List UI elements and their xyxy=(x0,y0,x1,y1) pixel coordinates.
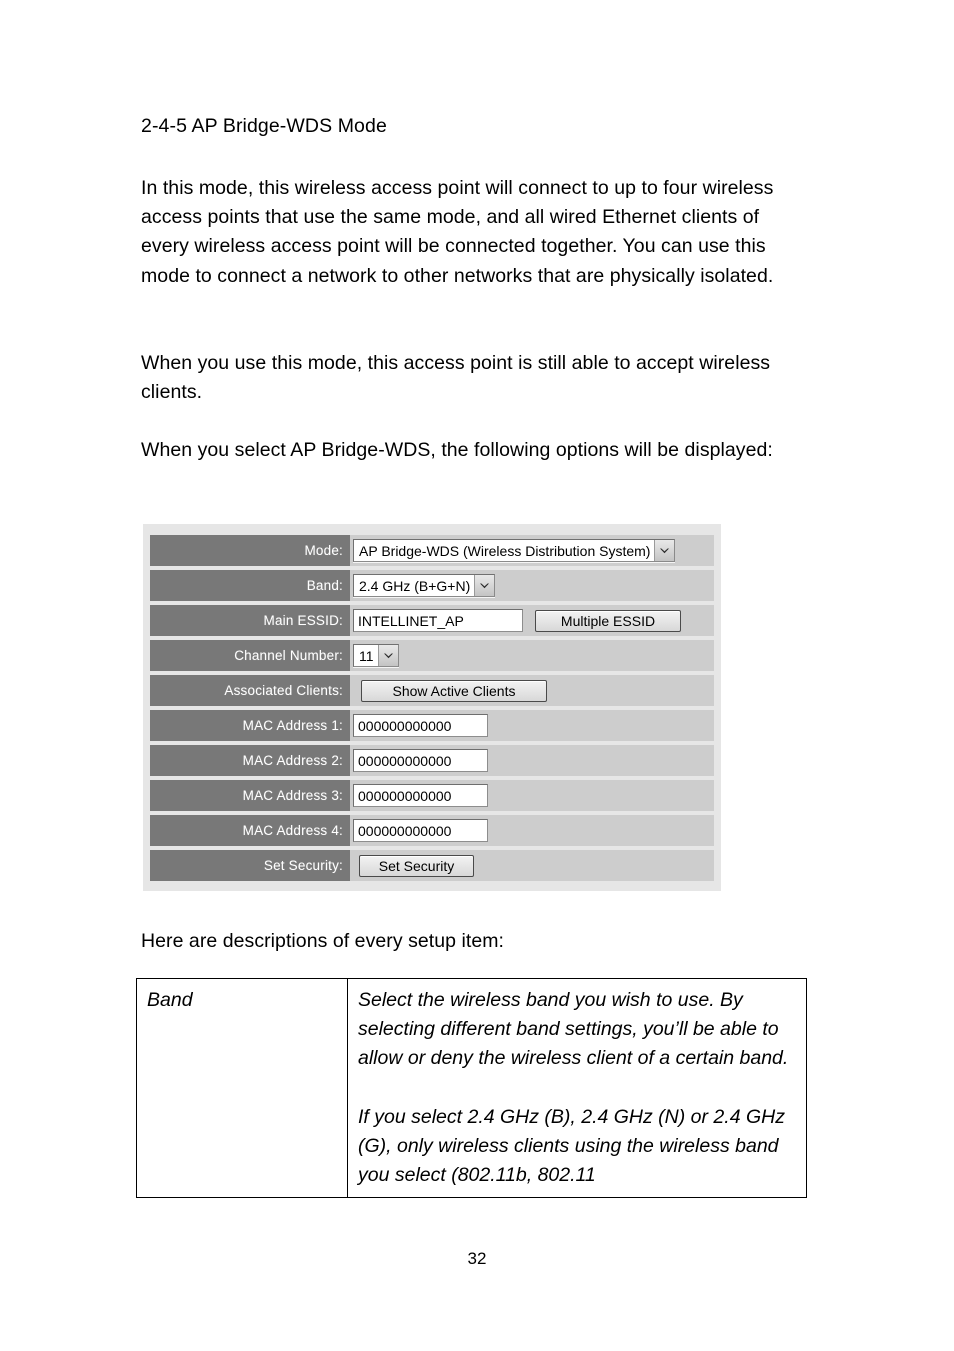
channel-number-select-value: 11 xyxy=(359,647,374,664)
value-channel-number: 11 xyxy=(350,640,714,671)
label-mac-address-1: MAC Address 1: xyxy=(150,710,350,741)
chevron-down-icon[interactable] xyxy=(654,540,675,561)
body-paragraph-2: When you use this mode, this access poin… xyxy=(141,352,771,404)
value-main-essid: INTELLINET_AP Multiple ESSID xyxy=(350,605,714,636)
main-essid-input[interactable]: INTELLINET_AP xyxy=(353,609,523,632)
label-band: Band: xyxy=(150,570,350,601)
value-mac-address-2: 000000000000 xyxy=(350,745,714,776)
label-main-essid: Main ESSID: xyxy=(150,605,350,636)
settings-row-mode: Mode: AP Bridge-WDS (Wireless Distributi… xyxy=(150,535,714,566)
value-band: 2.4 GHz (B+G+N) xyxy=(350,570,714,601)
label-mac-address-3: MAC Address 3: xyxy=(150,780,350,811)
settings-row-mac-address-1: MAC Address 1: 000000000000 xyxy=(150,710,714,741)
settings-row-mac-address-3: MAC Address 3: 000000000000 xyxy=(150,780,714,811)
page-title: 2-4-5 AP Bridge-WDS Mode xyxy=(141,115,387,137)
wds-settings-panel: Mode: AP Bridge-WDS (Wireless Distributi… xyxy=(143,524,721,891)
description-paragraph-2: If you select 2.4 GHz (B), 2.4 GHz (N) o… xyxy=(358,1105,785,1187)
description-text-band: Select the wireless band you wish to use… xyxy=(348,979,807,1197)
band-select[interactable]: 2.4 GHz (B+G+N) xyxy=(353,574,496,597)
label-mac-address-4: MAC Address 4: xyxy=(150,815,350,846)
settings-row-associated-clients: Associated Clients: Show Active Clients xyxy=(150,675,714,706)
mode-select-value: AP Bridge-WDS (Wireless Distribution Sys… xyxy=(359,542,651,559)
label-mac-address-2: MAC Address 2: xyxy=(150,745,350,776)
body-paragraph-4: Here are descriptions of every setup ite… xyxy=(141,930,505,952)
settings-row-set-security: Set Security: Set Security xyxy=(150,850,714,881)
document-page: 2-4-5 AP Bridge-WDS Mode In this mode, t… xyxy=(0,0,954,1351)
description-term-band: Band xyxy=(137,979,348,1198)
multiple-essid-button[interactable]: Multiple ESSID xyxy=(535,609,681,632)
show-active-clients-button[interactable]: Show Active Clients xyxy=(361,679,547,702)
channel-number-select[interactable]: 11 xyxy=(353,644,399,667)
body-paragraph-1: In this mode, this wireless access point… xyxy=(141,177,774,287)
value-mac-address-3: 000000000000 xyxy=(350,780,714,811)
label-set-security: Set Security: xyxy=(150,850,350,881)
page-number: 32 xyxy=(467,1249,487,1268)
mode-select[interactable]: AP Bridge-WDS (Wireless Distribution Sys… xyxy=(353,539,676,562)
mac-address-3-input[interactable]: 000000000000 xyxy=(353,784,488,807)
value-associated-clients: Show Active Clients xyxy=(350,675,714,706)
body-paragraph-3: When you select AP Bridge-WDS, the follo… xyxy=(141,439,773,461)
set-security-button[interactable]: Set Security xyxy=(359,854,474,877)
label-associated-clients: Associated Clients: xyxy=(150,675,350,706)
settings-row-mac-address-4: MAC Address 4: 000000000000 xyxy=(150,815,714,846)
settings-row-mac-address-2: MAC Address 2: 000000000000 xyxy=(150,745,714,776)
chevron-down-icon[interactable] xyxy=(377,645,398,666)
settings-row-main-essid: Main ESSID: INTELLINET_AP Multiple ESSID xyxy=(150,605,714,636)
setup-item-description-table: Band Select the wireless band you wish t… xyxy=(136,978,807,1199)
label-mode: Mode: xyxy=(150,535,350,566)
settings-row-channel-number: Channel Number: 11 xyxy=(150,640,714,671)
settings-row-band: Band: 2.4 GHz (B+G+N) xyxy=(150,570,714,601)
value-mac-address-1: 000000000000 xyxy=(350,710,714,741)
chevron-down-icon[interactable] xyxy=(474,575,495,596)
mac-address-2-input[interactable]: 000000000000 xyxy=(353,749,488,772)
mac-address-4-input[interactable]: 000000000000 xyxy=(353,819,488,842)
label-channel-number: Channel Number: xyxy=(150,640,350,671)
description-paragraph-1: Select the wireless band you wish to use… xyxy=(358,989,789,1070)
mac-address-1-input[interactable]: 000000000000 xyxy=(353,714,488,737)
table-row: Band Select the wireless band you wish t… xyxy=(137,979,807,1198)
value-set-security: Set Security xyxy=(350,850,714,881)
value-mode: AP Bridge-WDS (Wireless Distribution Sys… xyxy=(350,535,714,566)
band-select-value: 2.4 GHz (B+G+N) xyxy=(359,577,471,594)
value-mac-address-4: 000000000000 xyxy=(350,815,714,846)
